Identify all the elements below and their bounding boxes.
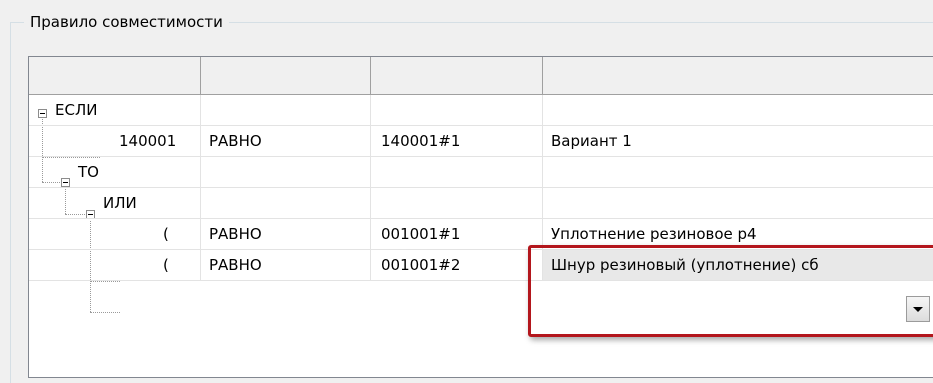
tree-label: ЕСЛИ	[55, 101, 98, 119]
code-text: 001001#1	[381, 225, 461, 243]
tree-cell: (	[29, 219, 201, 250]
code-text: 001001#2	[381, 256, 461, 274]
tree-row-condition[interactable]: 140001 РАВНО 140001#1 Вариант 1	[29, 126, 933, 157]
column-header-1[interactable]	[29, 57, 201, 95]
value-cell[interactable]	[543, 157, 933, 188]
tree-cell: ИЛИ	[29, 188, 201, 219]
tree-label: (	[163, 256, 169, 274]
operator-text: РАВНО	[209, 256, 262, 274]
tree-label: ТО	[78, 163, 99, 181]
column-header-3[interactable]	[371, 57, 543, 95]
code-cell[interactable]: 140001#1	[371, 126, 543, 157]
tree-cell: (	[29, 250, 201, 281]
operator-cell[interactable]	[201, 157, 371, 188]
code-cell[interactable]: 001001#1	[371, 219, 543, 250]
tree-row-then[interactable]: ТО	[29, 157, 933, 188]
collapse-icon[interactable]	[38, 109, 47, 118]
tree-row-or[interactable]: ИЛИ	[29, 188, 933, 219]
tree-label: 140001	[119, 132, 177, 150]
operator-cell[interactable]: РАВНО	[201, 219, 371, 250]
collapse-icon[interactable]	[86, 210, 95, 218]
operator-text: РАВНО	[209, 132, 262, 150]
value-text: Вариант 1	[551, 132, 632, 150]
code-cell[interactable]	[371, 157, 543, 188]
operator-cell[interactable]: РАВНО	[201, 126, 371, 157]
tree-line	[90, 312, 120, 313]
code-cell[interactable]	[371, 188, 543, 219]
tree-label: (	[163, 225, 169, 243]
tree-row-if[interactable]: ЕСЛИ	[29, 95, 933, 126]
tree-line	[90, 281, 120, 282]
tree-label: ИЛИ	[103, 194, 137, 212]
tree-cell: 140001	[29, 126, 201, 157]
operator-cell[interactable]	[201, 95, 371, 126]
value-cell[interactable]	[543, 188, 933, 219]
value-cell[interactable]	[543, 95, 933, 126]
group-title: Правило совместимости	[24, 12, 229, 32]
code-text: 140001#1	[381, 132, 461, 150]
tree-cell: ЕСЛИ	[29, 95, 201, 126]
operator-text: РАВНО	[209, 225, 262, 243]
column-header-2[interactable]	[201, 57, 371, 95]
column-header-4[interactable]	[543, 57, 933, 95]
code-cell[interactable]: 001001#2	[371, 250, 543, 281]
highlight-frame	[528, 245, 933, 337]
code-cell[interactable]	[371, 95, 543, 126]
operator-cell[interactable]: РАВНО	[201, 250, 371, 281]
operator-cell[interactable]	[201, 188, 371, 219]
tree-cell: ТО	[29, 157, 201, 188]
value-cell[interactable]: Вариант 1	[543, 126, 933, 157]
collapse-icon[interactable]	[61, 178, 70, 187]
